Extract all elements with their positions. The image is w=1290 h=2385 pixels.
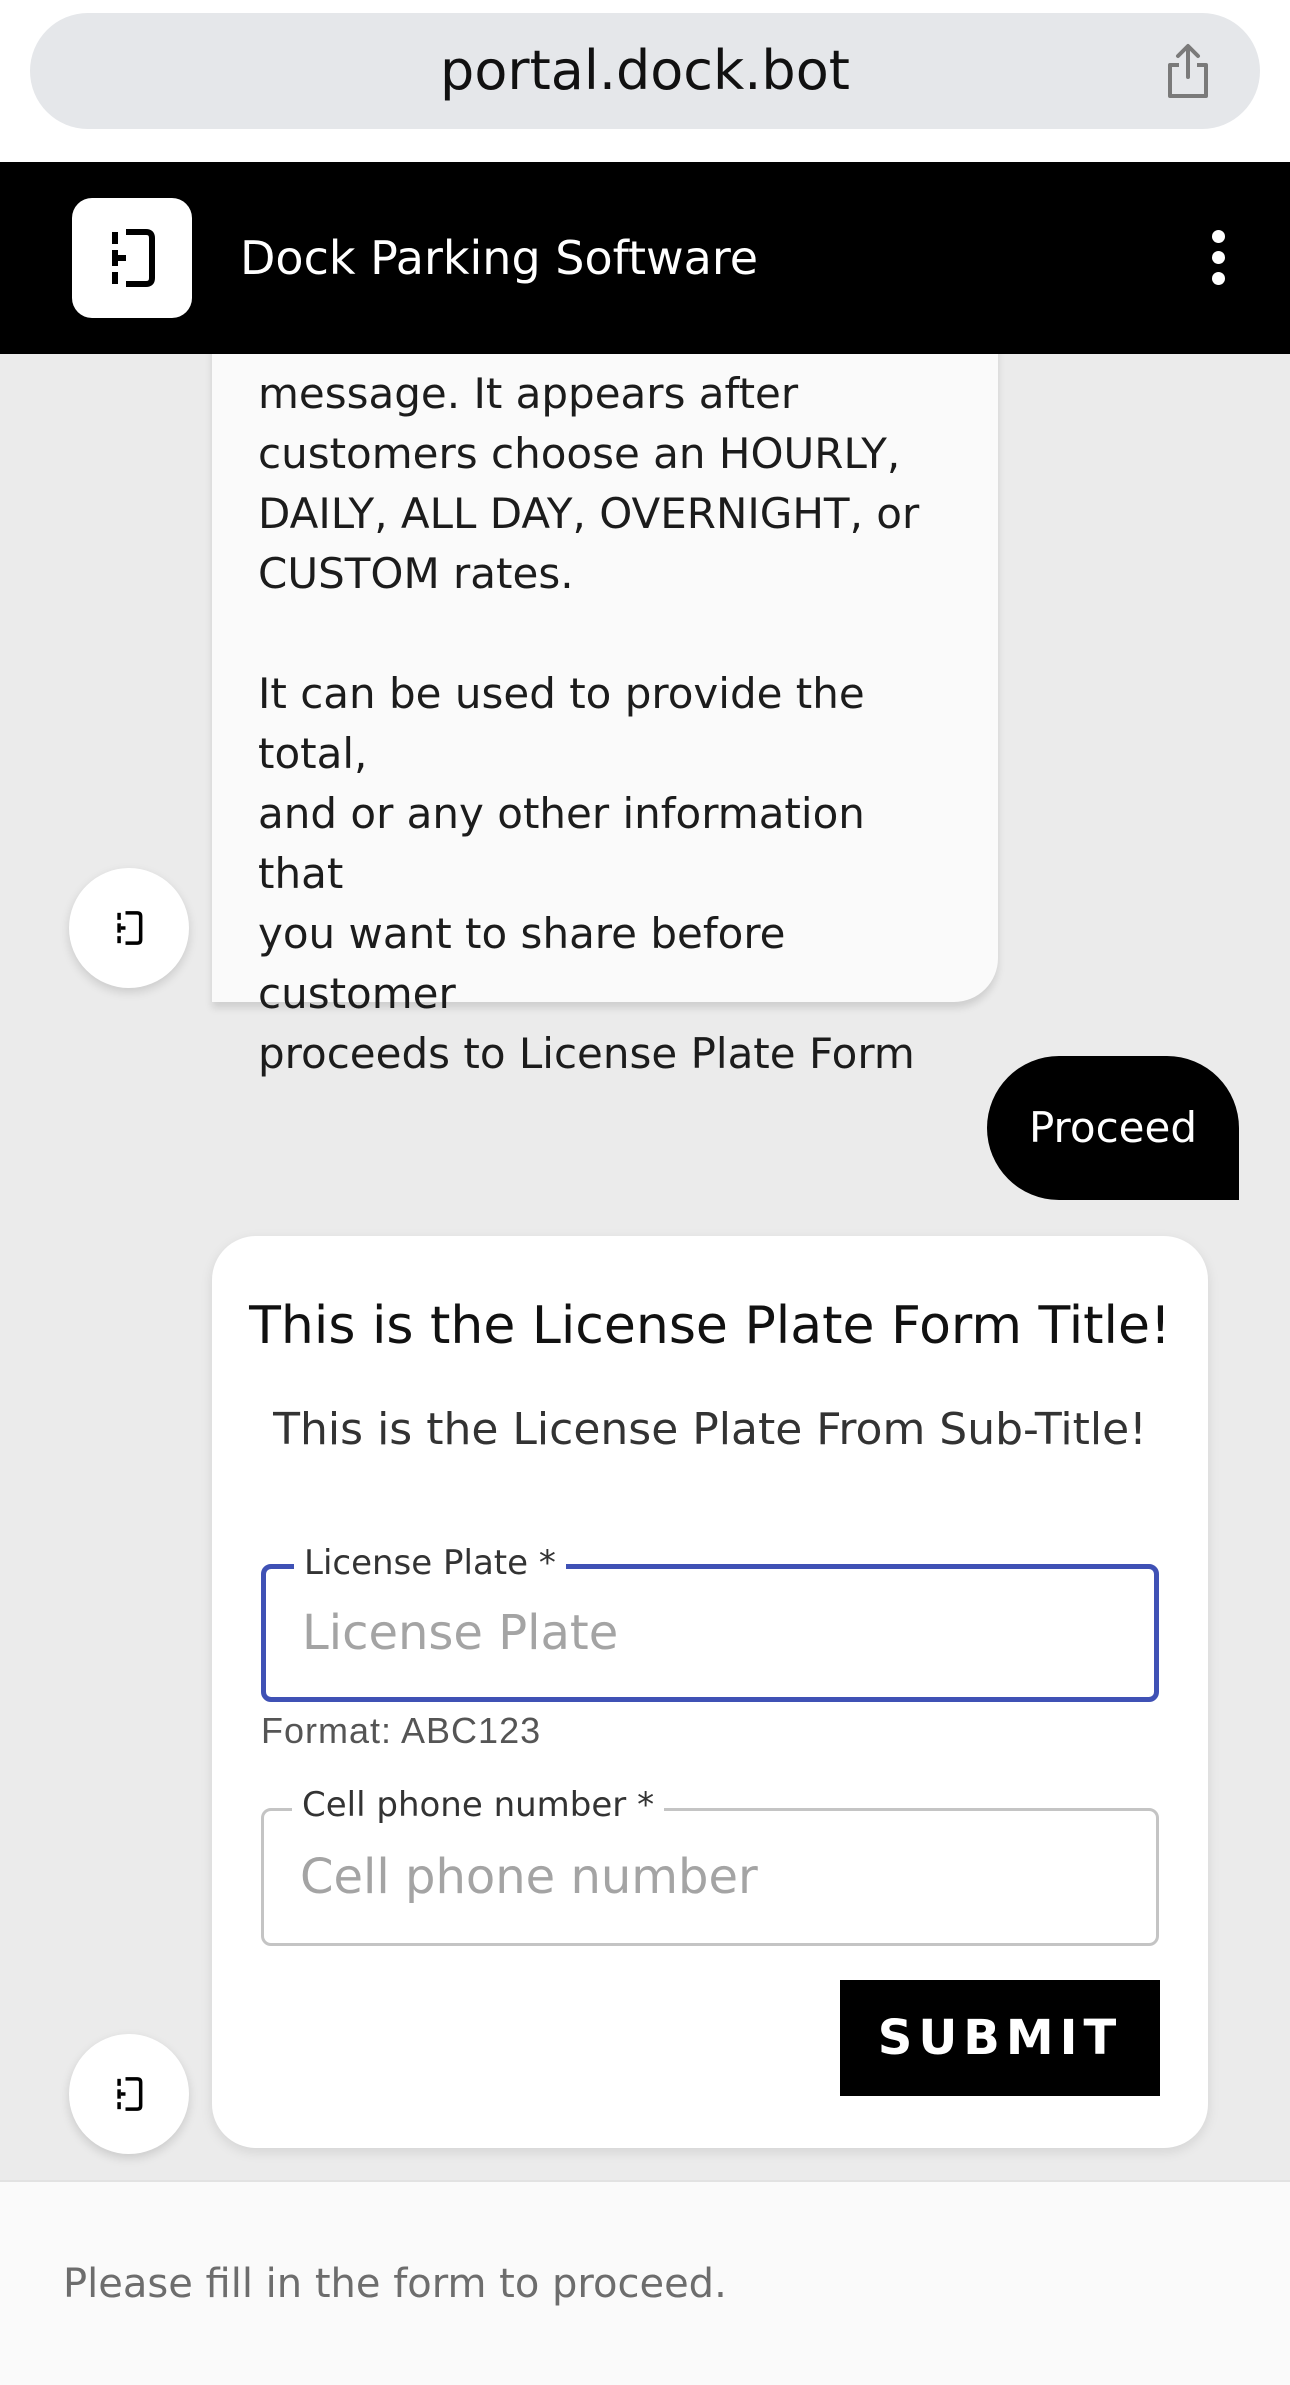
url-text[interactable]: portal.dock.bot: [30, 13, 1260, 129]
chat-input-placeholder[interactable]: Please fill in the form to proceed.: [63, 2182, 727, 2385]
app-header: Dock Parking Software: [0, 162, 1290, 354]
user-message-bubble: Proceed: [986, 1056, 1239, 1200]
form-subtitle: This is the License Plate From Sub-Title…: [273, 1404, 1147, 1455]
browser-bar: portal.dock.bot: [0, 0, 1290, 162]
license-plate-helper: Format: ABC123: [261, 1710, 542, 1751]
app-title: Dock Parking Software: [240, 231, 759, 285]
license-plate-field[interactable]: License Plate *: [261, 1539, 1159, 1702]
cell-phone-input[interactable]: [300, 1811, 1136, 1943]
submit-button[interactable]: SUBMIT: [840, 1980, 1160, 2096]
address-bar[interactable]: portal.dock.bot: [30, 13, 1260, 129]
cell-phone-field[interactable]: Cell phone number *: [261, 1781, 1159, 1946]
form-title: This is the License Plate Form Title!: [249, 1296, 1171, 1356]
dock-logo-icon: [117, 2077, 143, 2111]
bot-avatar: [69, 868, 189, 988]
kebab-menu-icon[interactable]: [1208, 230, 1228, 286]
bot-avatar: [69, 2034, 189, 2154]
share-icon[interactable]: [1158, 41, 1218, 101]
chat-input-bar[interactable]: Please fill in the form to proceed.: [0, 2180, 1290, 2385]
chat-area[interactable]: message. It appears after customers choo…: [0, 354, 1290, 2180]
license-plate-form: This is the License Plate Form Title! Th…: [212, 1236, 1208, 2148]
dock-logo-icon[interactable]: [72, 198, 192, 318]
page: portal.dock.bot Dock Parking Software me…: [0, 0, 1290, 2385]
license-plate-input[interactable]: [302, 1569, 1134, 1697]
bot-message-bubble: message. It appears after customers choo…: [212, 354, 998, 1078]
dock-logo-icon: [117, 911, 143, 945]
bot-message-text: message. It appears after customers choo…: [258, 369, 920, 1078]
